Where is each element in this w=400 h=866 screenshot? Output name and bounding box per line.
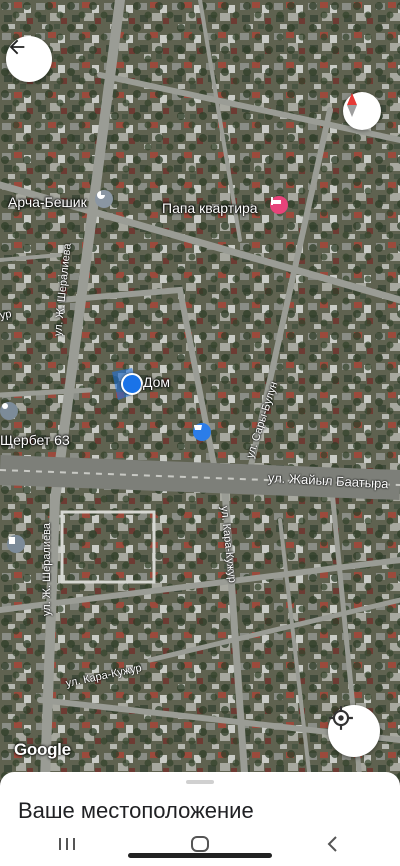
poi-sherbet-icon[interactable] — [0, 402, 18, 420]
street-label-sheralieva-bottom: ул. Ж. Шералиева — [41, 522, 53, 616]
system-navigation-bar — [0, 822, 400, 866]
arrow-left-icon — [9, 39, 25, 55]
place-label-dom[interactable]: Дом — [143, 374, 170, 390]
poi-archa-icon[interactable] — [95, 190, 113, 208]
recents-icon — [58, 838, 75, 850]
google-attribution: Google — [14, 740, 71, 759]
street-label-partial: ур — [0, 308, 13, 322]
hotel-icon[interactable] — [270, 196, 288, 214]
my-location-button[interactable] — [328, 705, 380, 757]
place-label-sherbet[interactable]: Щербет 63 — [0, 432, 70, 448]
shop-pin-icon[interactable] — [193, 423, 211, 441]
compass-icon — [347, 93, 357, 117]
crosshair-icon — [329, 706, 353, 730]
back-system-button[interactable] — [303, 829, 363, 859]
recent-apps-button[interactable] — [37, 829, 97, 859]
sheet-title: Ваше местоположение — [18, 798, 254, 823]
back-button[interactable] — [6, 36, 52, 82]
gesture-bar[interactable] — [128, 853, 272, 858]
current-location-dot[interactable] — [121, 373, 143, 395]
drag-handle[interactable] — [186, 780, 214, 784]
place-label-archa[interactable]: Арча-Бешик — [8, 194, 87, 210]
place-label-papa[interactable]: Папа квартира — [162, 200, 258, 216]
chevron-left-icon — [327, 836, 338, 852]
home-circle-icon — [190, 836, 209, 852]
map-imagery — [0, 0, 400, 780]
compass-button[interactable] — [343, 92, 381, 130]
satellite-map[interactable]: Арча-Бешик Папа квартира Дом Щербет 63 у… — [0, 0, 400, 780]
building-icon[interactable] — [7, 535, 25, 553]
